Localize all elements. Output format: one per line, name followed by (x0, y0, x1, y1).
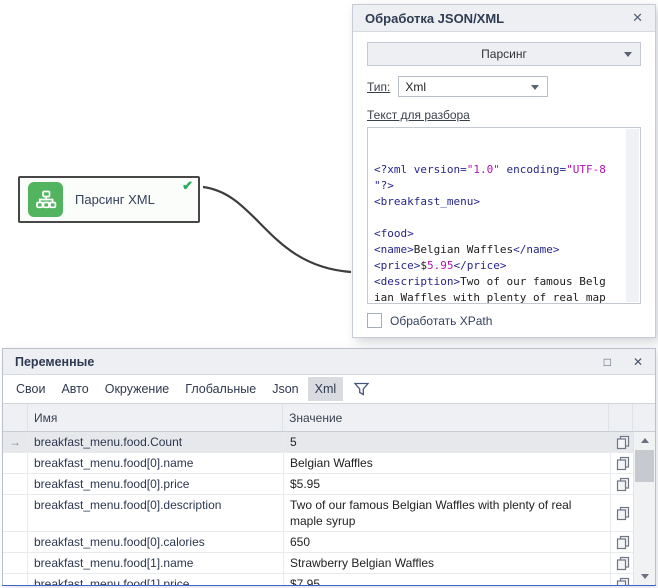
row-indicator (3, 495, 28, 531)
row-indicator (3, 574, 28, 585)
table-header: Имя Значение (3, 403, 655, 432)
xml-text-editor[interactable]: <?xml version="1.0" encoding="UTF-8"?><b… (367, 127, 641, 304)
scroll-down-button[interactable] (634, 568, 655, 585)
copy-cell[interactable] (611, 495, 635, 531)
xpath-checkbox-label: Обработать XPath (390, 314, 492, 328)
header-value[interactable]: Значение (283, 404, 609, 431)
close-icon[interactable]: ✕ (633, 355, 643, 369)
action-dropdown-value: Парсинг (481, 47, 527, 61)
success-check-icon: ✔ (182, 178, 193, 194)
type-dropdown[interactable]: Xml (398, 76, 548, 97)
var-name-cell[interactable]: breakfast_menu.food[0].name (28, 453, 284, 473)
filter-button[interactable] (353, 381, 370, 397)
copy-cell[interactable] (611, 532, 635, 552)
row-indicator (3, 453, 28, 473)
header-name[interactable]: Имя (28, 404, 283, 431)
var-name-cell[interactable]: breakfast_menu.food[0].price (28, 474, 284, 494)
table-row[interactable]: → breakfast_menu.food.Count 5 (3, 432, 633, 453)
row-indicator (3, 532, 28, 552)
copy-cell[interactable] (611, 453, 635, 473)
copy-icon[interactable] (616, 535, 630, 550)
header-copy (609, 404, 633, 431)
type-label[interactable]: Тип: (367, 80, 390, 94)
variables-title: Переменные (15, 355, 582, 369)
table-body: → breakfast_menu.food.Count 5 breakfast_… (3, 432, 655, 585)
triangle-up-icon (641, 438, 649, 443)
copy-cell[interactable] (611, 474, 635, 494)
panel-title: Обработка JSON/XML (365, 11, 632, 26)
table-row[interactable]: breakfast_menu.food[0].name Belgian Waff… (3, 453, 633, 474)
json-xml-panel: Обработка JSON/XML ✕ Парсинг Тип: Xml Те… (352, 4, 656, 338)
scroll-up-button[interactable] (634, 432, 655, 449)
type-dropdown-value: Xml (405, 80, 426, 94)
flow-canvas: Парсинг XML ✔ Обработка JSON/XML ✕ Парси… (0, 0, 658, 588)
copy-icon[interactable] (616, 506, 630, 521)
table-row[interactable]: breakfast_menu.food[1].name Strawberry B… (3, 553, 633, 574)
table-row[interactable]: breakfast_menu.food[0].price $5.95 (3, 474, 633, 495)
var-value-cell[interactable]: Two of our famous Belgian Waffles with p… (284, 495, 611, 531)
var-value-cell[interactable]: Belgian Waffles (284, 453, 611, 473)
variables-panel: Переменные □ ✕ СвоиАвтоОкружениеГлобальн… (2, 348, 656, 586)
table-row[interactable]: breakfast_menu.food[0].calories 650 (3, 532, 633, 553)
copy-icon[interactable] (616, 556, 630, 571)
var-value-cell[interactable]: 650 (284, 532, 611, 552)
var-name-cell[interactable]: breakfast_menu.food.Count (28, 432, 284, 452)
var-value-cell[interactable]: 5 (284, 432, 611, 452)
var-name-cell[interactable]: breakfast_menu.food[0].calories (28, 532, 284, 552)
table-row[interactable]: breakfast_menu.food[0].description Two o… (3, 495, 633, 532)
tab-глобальные[interactable]: Глобальные (178, 377, 263, 401)
filter-funnel-icon (355, 384, 368, 395)
copy-cell[interactable] (611, 432, 635, 452)
var-name-cell[interactable]: breakfast_menu.food[1].price (28, 574, 284, 585)
copy-icon[interactable] (616, 456, 630, 471)
node-label: Парсинг XML (75, 192, 155, 207)
row-indicator: → (3, 432, 28, 452)
var-name-cell[interactable]: breakfast_menu.food[0].description (28, 495, 284, 531)
table-row[interactable]: breakfast_menu.food[1].price $7.95 (3, 574, 633, 585)
variables-tabs: СвоиАвтоОкружениеГлобальныеJsonXml (3, 375, 655, 403)
tab-окружение[interactable]: Окружение (98, 377, 177, 401)
tab-авто[interactable]: Авто (54, 377, 95, 401)
var-value-cell[interactable]: Strawberry Belgian Waffles (284, 553, 611, 573)
tab-свои[interactable]: Свои (9, 377, 52, 401)
parse-text-label[interactable]: Текст для разбора (367, 108, 470, 122)
row-indicator (3, 553, 28, 573)
xml-code: <?xml version="1.0" encoding="UTF-8"?><b… (374, 162, 622, 304)
variables-header: Переменные □ ✕ (3, 349, 655, 375)
scrollbar-thumb[interactable] (635, 450, 654, 482)
panel-header: Обработка JSON/XML ✕ (353, 5, 655, 32)
var-value-cell[interactable]: $5.95 (284, 474, 611, 494)
chevron-down-icon (531, 85, 539, 90)
action-dropdown[interactable]: Парсинг (367, 42, 641, 66)
var-value-cell[interactable]: $7.95 (284, 574, 611, 585)
copy-cell[interactable] (611, 553, 635, 573)
sitemap-icon (28, 182, 63, 217)
copy-icon[interactable] (616, 577, 630, 586)
maximize-icon[interactable]: □ (604, 355, 611, 369)
editor-scrollbar[interactable] (626, 129, 639, 302)
copy-icon[interactable] (616, 435, 630, 450)
connector-line[interactable] (203, 187, 351, 272)
node-parsing-xml[interactable]: Парсинг XML ✔ (18, 176, 200, 223)
close-icon[interactable]: ✕ (632, 10, 643, 26)
chevron-down-icon (624, 52, 632, 57)
copy-icon[interactable] (616, 477, 630, 492)
header-gutter (3, 404, 28, 431)
row-indicator (3, 474, 28, 494)
var-name-cell[interactable]: breakfast_menu.food[1].name (28, 553, 284, 573)
table-scrollbar[interactable] (633, 432, 655, 585)
tab-json[interactable]: Json (265, 377, 305, 401)
triangle-down-icon (641, 574, 649, 579)
tab-xml[interactable]: Xml (308, 377, 344, 401)
xpath-checkbox[interactable] (367, 313, 382, 328)
copy-cell[interactable] (611, 574, 635, 585)
header-scroll-spacer (633, 404, 655, 431)
